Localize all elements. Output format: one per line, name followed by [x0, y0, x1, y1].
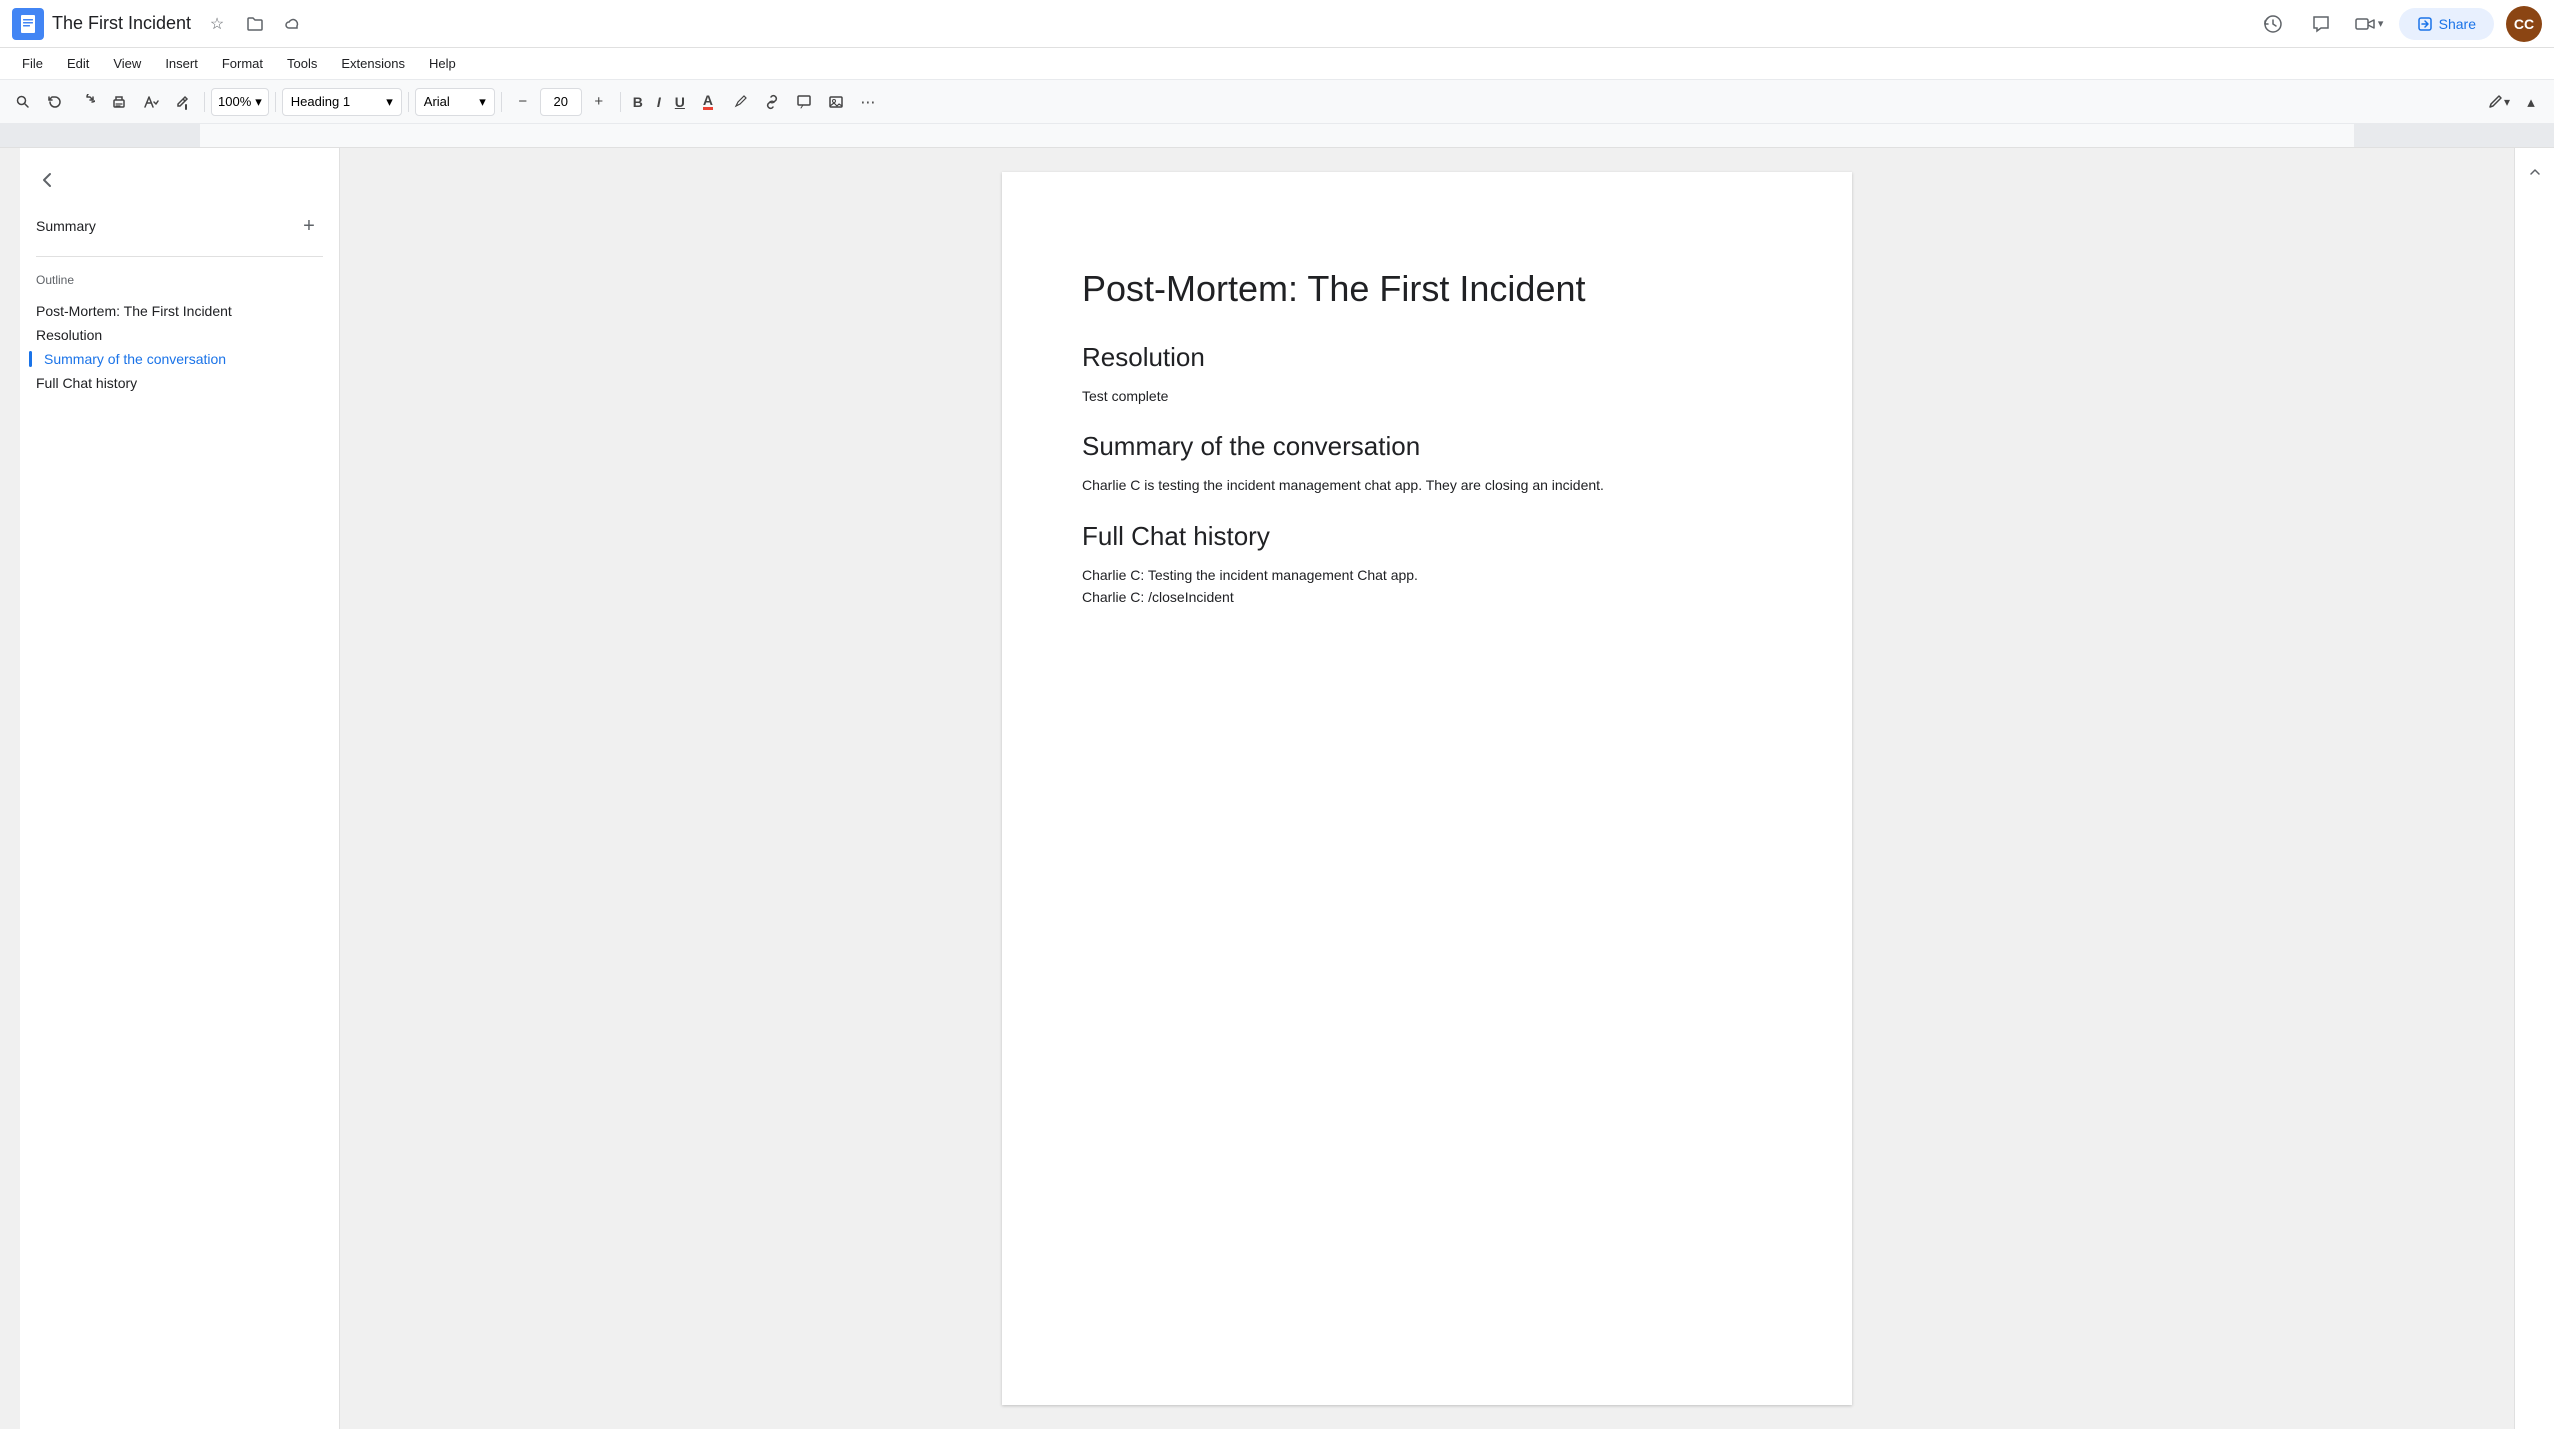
doc-heading-resolution: Resolution [1082, 342, 1772, 373]
underline-btn[interactable]: U [669, 88, 691, 116]
top-right-icons: ▾ Share CC [2255, 6, 2542, 42]
font-size-decrease-btn[interactable]: − [508, 87, 538, 117]
right-panel [2514, 148, 2554, 1429]
toolbar-divider-5 [620, 92, 621, 112]
font-chevron: ▾ [479, 94, 486, 110]
menu-bar: File Edit View Insert Format Tools Exten… [0, 48, 2554, 80]
comment-btn[interactable] [789, 87, 819, 117]
font-value: Arial [424, 94, 450, 109]
share-label: Share [2439, 16, 2476, 32]
share-button[interactable]: Share [2399, 8, 2494, 40]
doc-body-summary: Charlie C is testing the incident manage… [1082, 474, 1772, 496]
style-selector[interactable]: Heading 1 ▾ [282, 88, 402, 116]
text-color-btn[interactable]: A [693, 87, 723, 117]
docs-icon [12, 8, 44, 40]
zoom-value: 100% [218, 94, 251, 109]
outline-item-main-title[interactable]: Post-Mortem: The First Incident [36, 299, 323, 323]
toolbar-divider-1 [204, 92, 205, 112]
doc-body-chat: Charlie C: Testing the incident manageme… [1082, 564, 1772, 609]
chat-line-2: Charlie C: /closeIncident [1082, 586, 1772, 608]
menu-insert[interactable]: Insert [155, 52, 208, 75]
sidebar-divider [36, 256, 323, 257]
style-value: Heading 1 [291, 94, 350, 109]
outline-item-chat[interactable]: Full Chat history [36, 371, 323, 395]
format-paint-btn[interactable] [168, 87, 198, 117]
print-btn[interactable] [104, 87, 134, 117]
font-size-value: 20 [554, 94, 568, 109]
menu-tools[interactable]: Tools [277, 52, 327, 75]
outline-label: Outline [36, 273, 323, 287]
menu-edit[interactable]: Edit [57, 52, 99, 75]
sidebar: Summary + Outline Post-Mortem: The First… [20, 148, 340, 1429]
outline-item-chat-label: Full Chat history [36, 375, 137, 391]
sidebar-back-btn[interactable] [36, 164, 68, 196]
font-size-input[interactable]: 20 [540, 88, 582, 116]
menu-format[interactable]: Format [212, 52, 273, 75]
search-toolbar-btn[interactable] [8, 87, 38, 117]
star-icon[interactable]: ☆ [203, 10, 231, 38]
history-icon[interactable] [2255, 6, 2291, 42]
outline-item-summary-label: Summary of the conversation [44, 351, 226, 367]
font-size-increase-btn[interactable]: + [584, 87, 614, 117]
outline-item-resolution[interactable]: Resolution [36, 323, 323, 347]
main-area: Summary + Outline Post-Mortem: The First… [0, 148, 2554, 1429]
sidebar-add-btn[interactable]: + [295, 212, 323, 240]
right-panel-collapse-btn[interactable] [2519, 156, 2551, 188]
spellcheck-btn[interactable] [136, 87, 166, 117]
toolbar-divider-4 [501, 92, 502, 112]
outline-item-summary[interactable]: Summary of the conversation [36, 347, 323, 371]
title-bar: The First Incident ☆ ▾ Share CC [0, 0, 2554, 48]
link-btn[interactable] [757, 87, 787, 117]
zoom-chevron: ▾ [255, 94, 262, 110]
doc-main-title: Post-Mortem: The First Incident [1082, 268, 1772, 310]
toolbar-divider-3 [408, 92, 409, 112]
video-icon[interactable]: ▾ [2351, 6, 2387, 42]
style-chevron: ▾ [386, 94, 393, 110]
sidebar-summary-row: Summary + [36, 212, 323, 240]
menu-help[interactable]: Help [419, 52, 466, 75]
title-icons: ☆ [203, 10, 307, 38]
left-margin [0, 148, 20, 1429]
doc-title: The First Incident [52, 13, 191, 34]
outline-item-main-title-label: Post-Mortem: The First Incident [36, 303, 232, 319]
outline-item-resolution-label: Resolution [36, 327, 102, 343]
zoom-selector[interactable]: 100% ▾ [211, 88, 269, 116]
collapse-toolbar-btn[interactable]: ▴ [2516, 87, 2546, 117]
doc-heading-summary: Summary of the conversation [1082, 431, 1772, 462]
italic-btn[interactable]: I [651, 88, 667, 116]
toolbar: 100% ▾ Heading 1 ▾ Arial ▾ − 20 + B I U … [0, 80, 2554, 124]
document-page: Post-Mortem: The First Incident Resoluti… [1002, 172, 1852, 1405]
ruler-content[interactable] [200, 124, 2354, 147]
comment-icon[interactable] [2303, 6, 2339, 42]
image-btn[interactable] [821, 87, 851, 117]
edit-mode-btn[interactable]: ▾ [2484, 87, 2514, 117]
bold-btn[interactable]: B [627, 88, 649, 116]
redo-btn[interactable] [72, 87, 102, 117]
undo-btn[interactable] [40, 87, 70, 117]
doc-area[interactable]: Post-Mortem: The First Incident Resoluti… [340, 148, 2514, 1429]
menu-view[interactable]: View [103, 52, 151, 75]
folder-icon[interactable] [241, 10, 269, 38]
user-avatar[interactable]: CC [2506, 6, 2542, 42]
menu-extensions[interactable]: Extensions [331, 52, 415, 75]
font-selector[interactable]: Arial ▾ [415, 88, 495, 116]
doc-heading-chat: Full Chat history [1082, 521, 1772, 552]
chat-line-1: Charlie C: Testing the incident manageme… [1082, 564, 1772, 586]
doc-body-resolution: Test complete [1082, 385, 1772, 407]
toolbar-divider-2 [275, 92, 276, 112]
sidebar-summary-label: Summary [36, 218, 96, 234]
ruler-right-margin [2354, 124, 2554, 147]
menu-file[interactable]: File [12, 52, 53, 75]
more-toolbar-btn[interactable]: ⋯ [853, 87, 883, 117]
ruler [0, 124, 2554, 148]
ruler-left-margin [0, 124, 200, 147]
cloud-icon[interactable] [279, 10, 307, 38]
highlight-btn[interactable] [725, 87, 755, 117]
